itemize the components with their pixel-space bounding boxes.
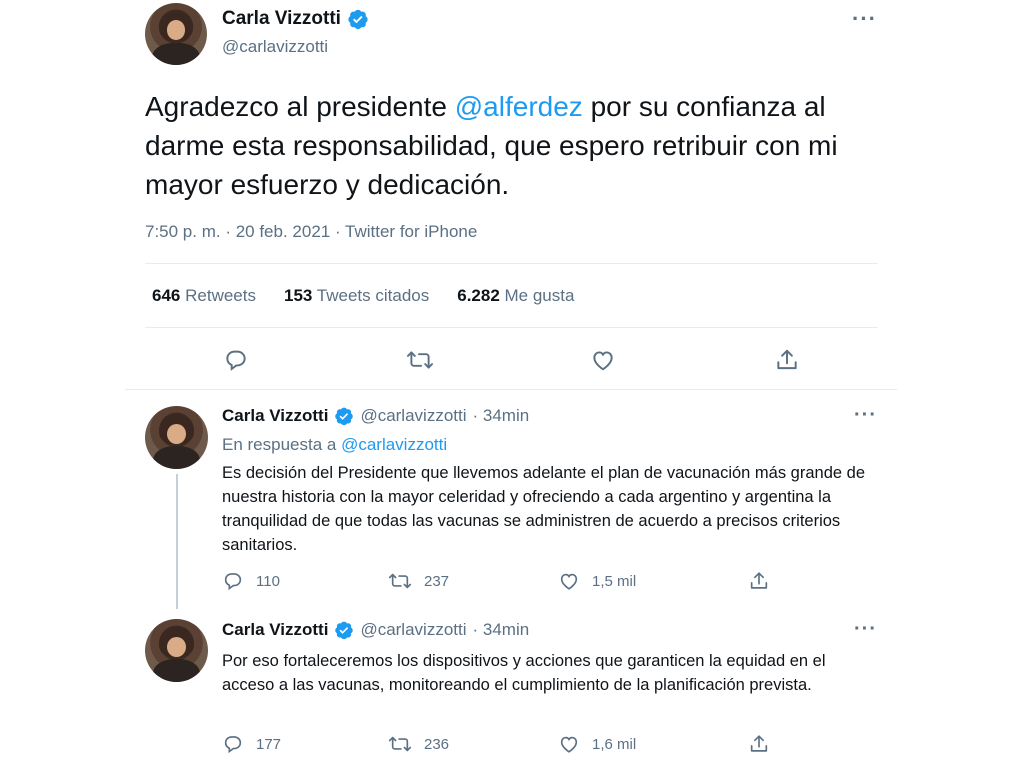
main-like-button[interactable] bbox=[590, 347, 616, 373]
more-icon[interactable]: ··· bbox=[854, 404, 877, 427]
quotes-count: 153 bbox=[283, 286, 313, 305]
main-retweet-button[interactable] bbox=[406, 347, 434, 373]
reply-count: 177 bbox=[256, 735, 282, 753]
verified-badge-icon bbox=[334, 406, 354, 426]
retweet-icon bbox=[388, 736, 412, 752]
reply-action-share[interactable] bbox=[748, 733, 770, 755]
main-author-row: Carla Vizzotti bbox=[222, 8, 369, 30]
reply-avatar[interactable] bbox=[145, 406, 208, 469]
reply-action-reply[interactable]: 177 bbox=[222, 733, 281, 755]
like-count: 1,6 mil bbox=[592, 735, 637, 753]
reply-action-share[interactable] bbox=[748, 570, 770, 592]
divider bbox=[145, 327, 878, 328]
verified-badge-icon bbox=[334, 620, 354, 640]
reply-text: Por eso fortaleceremos los dispositivos … bbox=[222, 652, 826, 694]
main-tweet-text: Agradezco al presidente @alferdez por su… bbox=[145, 87, 905, 204]
reply-handle[interactable]: @carlavizzotti bbox=[360, 620, 466, 640]
quotes-label: Tweets citados bbox=[316, 286, 430, 305]
reply-author-name[interactable]: Carla Vizzotti bbox=[222, 620, 328, 640]
retweet-icon bbox=[406, 351, 434, 369]
like-icon bbox=[560, 573, 578, 590]
reply-icon bbox=[224, 736, 242, 754]
main-avatar[interactable] bbox=[145, 3, 207, 65]
main-reply-button[interactable] bbox=[223, 347, 249, 373]
share-icon bbox=[777, 349, 797, 370]
likes-stat[interactable]: 6.282 Me gusta bbox=[457, 286, 574, 306]
retweet-count: 237 bbox=[424, 572, 450, 590]
reply-count: 110 bbox=[256, 572, 280, 590]
retweets-stat[interactable]: 646 Retweets bbox=[152, 286, 256, 306]
reply-action-reply[interactable]: 110 bbox=[222, 570, 280, 592]
more-icon[interactable]: ··· bbox=[854, 618, 877, 641]
reply-avatar[interactable] bbox=[145, 619, 208, 682]
reply-header: Carla Vizzotti @carlavizzotti · 34min bbox=[222, 406, 529, 426]
likes-count: 6.282 bbox=[457, 286, 500, 305]
share-icon bbox=[750, 572, 768, 589]
reply-time[interactable]: · 34min bbox=[473, 406, 530, 426]
quotes-stat[interactable]: 153 Tweets citados bbox=[284, 286, 429, 306]
main-author-name[interactable]: Carla Vizzotti bbox=[222, 8, 341, 30]
divider bbox=[125, 389, 897, 390]
reply-header: Carla Vizzotti @carlavizzotti · 34min bbox=[222, 620, 529, 640]
likes-label: Me gusta bbox=[504, 286, 575, 305]
divider bbox=[145, 263, 878, 264]
reply-handle[interactable]: @carlavizzotti bbox=[360, 406, 466, 426]
retweet-count: 236 bbox=[424, 735, 450, 753]
more-icon[interactable]: ··· bbox=[852, 6, 877, 32]
mention-link[interactable]: @alferdez bbox=[455, 91, 583, 122]
main-text-before: Agradezco al presidente bbox=[145, 91, 455, 122]
main-timestamp[interactable]: 7:50 p. m. · 20 feb. 2021 · Twitter for … bbox=[145, 222, 477, 242]
reply-to-handle[interactable]: @carlavizzotti bbox=[341, 435, 447, 454]
reply-action-retweet[interactable]: 236 bbox=[388, 733, 449, 755]
main-stats-row: 646 Retweets 153 Tweets citados 6.282 Me… bbox=[152, 286, 574, 306]
reply-icon bbox=[226, 350, 246, 371]
reply-author-name[interactable]: Carla Vizzotti bbox=[222, 406, 328, 426]
main-handle[interactable]: @carlavizzotti bbox=[222, 37, 328, 57]
retweet-icon bbox=[388, 573, 412, 589]
reply-icon bbox=[224, 573, 242, 591]
reply-action-like[interactable]: 1,5 mil bbox=[558, 570, 636, 592]
like-icon bbox=[560, 736, 578, 753]
reply-text: Es decisión del Presidente que llevemos … bbox=[222, 464, 866, 554]
main-share-button[interactable] bbox=[774, 347, 800, 373]
like-icon bbox=[593, 351, 613, 371]
reply-to-line: En respuesta a @carlavizzotti bbox=[222, 435, 447, 455]
verified-badge-icon bbox=[347, 8, 369, 30]
reply-action-like[interactable]: 1,6 mil bbox=[558, 733, 636, 755]
reply-time[interactable]: · 34min bbox=[473, 620, 530, 640]
like-count: 1,5 mil bbox=[592, 572, 637, 590]
reply-to-prefix: En respuesta a bbox=[222, 435, 342, 454]
thread-line bbox=[176, 474, 178, 609]
share-icon bbox=[750, 735, 768, 752]
retweets-count: 646 bbox=[152, 286, 181, 305]
retweets-label: Retweets bbox=[185, 286, 256, 305]
reply-action-retweet[interactable]: 237 bbox=[388, 570, 449, 592]
